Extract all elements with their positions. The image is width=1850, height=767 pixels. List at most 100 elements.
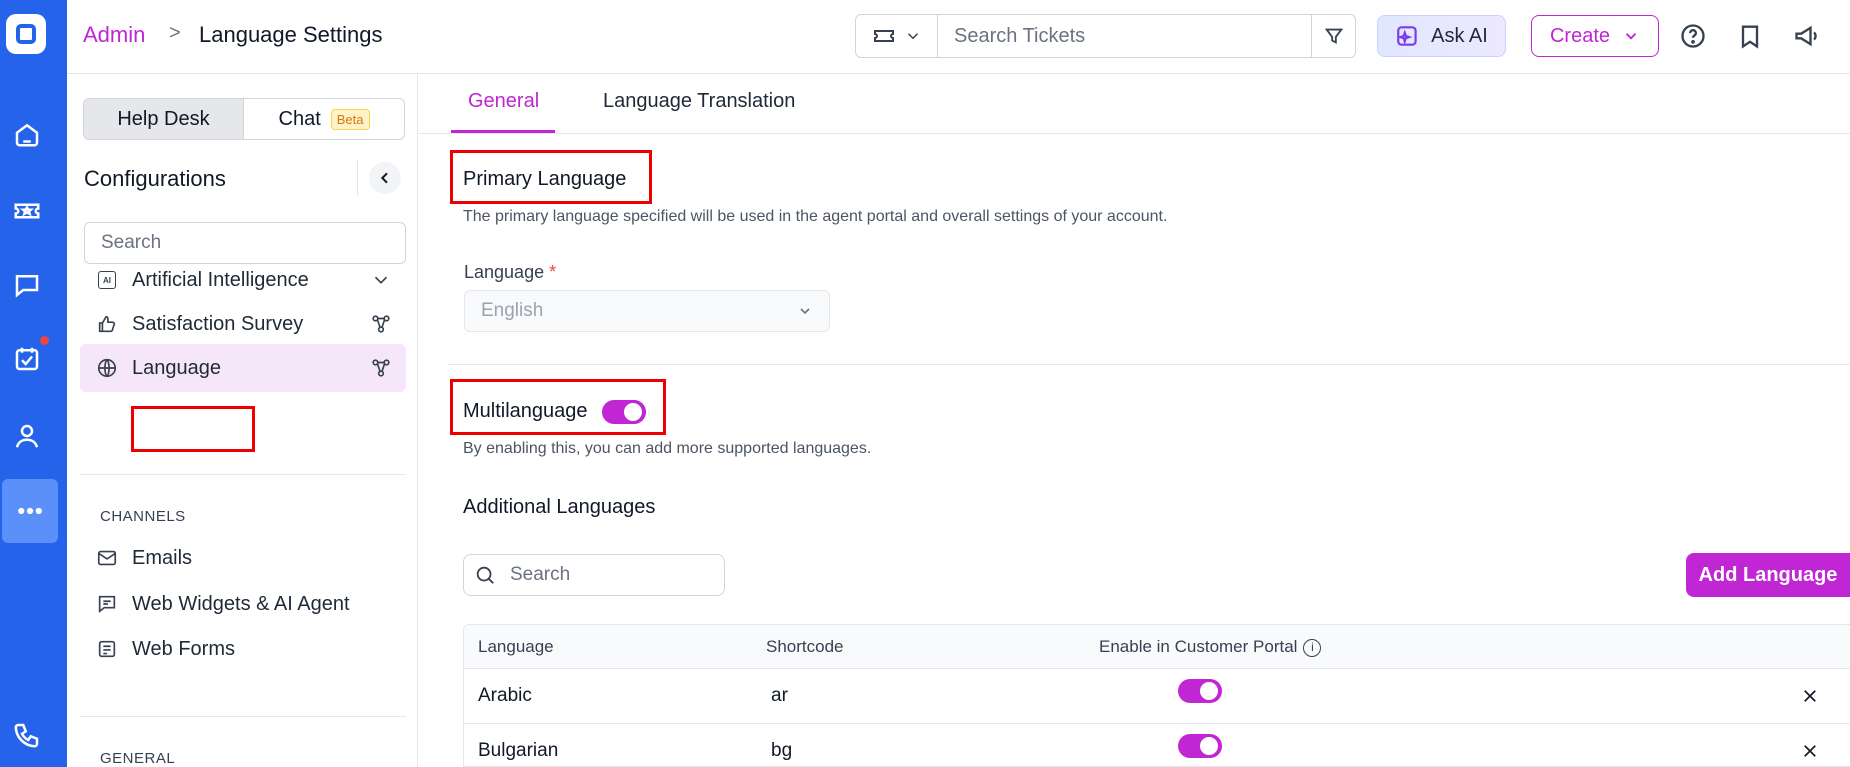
sidebar-item-label: Satisfaction Survey [132, 312, 304, 335]
chat-icon[interactable] [6, 264, 48, 306]
col-enable-portal: Enable in Customer Portal i [1099, 637, 1322, 657]
breadcrumb-admin[interactable]: Admin [83, 22, 145, 48]
sidebar-item-ai[interactable]: AI Artificial Intelligence [80, 256, 406, 304]
close-icon[interactable] [1801, 742, 1819, 760]
languages-table: Language Shortcode Enable in Customer Po… [463, 624, 1850, 767]
sidebar-item-satisfaction-survey[interactable]: Satisfaction Survey [80, 300, 406, 348]
ticket-icon[interactable] [6, 190, 48, 232]
megaphone-icon[interactable] [1793, 22, 1821, 50]
sidebar-item-web-forms[interactable]: Web Forms [80, 625, 406, 673]
ticket-search-group [855, 14, 1356, 58]
close-icon[interactable] [1801, 687, 1819, 705]
user-icon[interactable] [6, 415, 48, 457]
filter-icon[interactable] [1311, 15, 1355, 57]
portal-toggle[interactable] [1178, 734, 1222, 758]
info-icon[interactable]: i [1303, 638, 1322, 657]
config-sidebar: Help Desk Chat Beta Configurations AI Ar… [67, 74, 418, 767]
divider [357, 160, 358, 196]
sidebar-item-emails[interactable]: Emails [80, 534, 406, 582]
add-language-button[interactable]: Add Language [1686, 553, 1850, 597]
chevron-down-icon [1625, 33, 1637, 40]
language-field-label: Language * [464, 262, 557, 282]
home-icon[interactable] [6, 113, 48, 155]
globe-icon [96, 357, 118, 379]
additional-languages-title: Additional Languages [463, 496, 656, 518]
multilanguage-description: By enabling this, you can add more suppo… [463, 440, 872, 457]
multilanguage-toggle[interactable] [602, 400, 646, 424]
main-content: General Language Translation Primary Lan… [418, 74, 1850, 767]
collapse-sidebar-button[interactable] [369, 162, 401, 194]
thumbs-up-icon [96, 313, 118, 335]
sidebar-item-label: Emails [132, 546, 193, 569]
product-switch: Help Desk Chat Beta [83, 98, 405, 140]
workflow-icon [370, 313, 392, 335]
sidebar-item-web-widgets[interactable]: Web Widgets & AI Agent [80, 580, 406, 628]
segment-chat-label: Chat [278, 107, 321, 130]
sparkle-icon [1397, 26, 1417, 46]
segment-chat[interactable]: Chat Beta [244, 99, 404, 139]
create-button[interactable]: Create [1531, 15, 1659, 57]
help-icon[interactable] [1679, 22, 1707, 50]
highlight-language-item [131, 406, 255, 452]
ai-icon: AI [96, 269, 118, 291]
ticket-icon [873, 30, 894, 42]
language-search-box [463, 554, 725, 596]
primary-language-value: English [481, 300, 544, 321]
row-shortcode: bg [771, 740, 793, 761]
app-logo[interactable] [6, 14, 46, 54]
breadcrumb-separator: > [169, 22, 181, 44]
language-search-input[interactable] [510, 564, 710, 586]
table-row: Bulgarian bg [464, 724, 1850, 766]
more-icon[interactable] [2, 479, 58, 543]
sidebar-item-label: Language [132, 356, 221, 379]
mail-icon [96, 547, 118, 569]
chevron-down-icon [907, 33, 918, 40]
divider [80, 474, 406, 475]
left-rail [0, 0, 67, 767]
workflow-icon [370, 357, 392, 379]
row-language: Arabic [478, 685, 532, 706]
col-language: Language [478, 637, 554, 656]
beta-badge: Beta [330, 108, 370, 130]
sidebar-item-label: Web Forms [132, 637, 235, 660]
tab-bar: General Language Translation [418, 74, 1850, 134]
tab-general[interactable]: General [468, 90, 539, 113]
row-language: Bulgarian [478, 740, 559, 761]
form-icon [96, 638, 118, 660]
divider [448, 364, 1850, 365]
ticket-type-dropdown[interactable] [856, 15, 938, 57]
bookmark-icon[interactable] [1736, 22, 1764, 50]
sidebar-item-label: Web Widgets & AI Agent [132, 592, 350, 615]
row-shortcode: ar [771, 685, 788, 706]
ask-ai-label: Ask AI [1431, 24, 1488, 47]
col-shortcode: Shortcode [766, 637, 844, 656]
config-title: Configurations [84, 166, 226, 191]
search-icon [476, 566, 494, 584]
ticket-search-input[interactable] [938, 15, 1311, 57]
top-bar: Admin > Language Settings Ask AI Create … [67, 0, 1850, 74]
table-row: Arabic ar [464, 669, 1850, 724]
primary-language-description: The primary language specified will be u… [463, 208, 1168, 225]
primary-language-select[interactable]: English [464, 290, 830, 332]
widget-icon [96, 593, 118, 615]
create-label: Create [1549, 24, 1611, 47]
chevron-left-icon [380, 172, 388, 184]
chevron-down-icon[interactable] [370, 269, 392, 291]
table-header: Language Shortcode Enable in Customer Po… [464, 625, 1850, 669]
phone-icon[interactable] [6, 714, 48, 756]
portal-toggle[interactable] [1178, 679, 1222, 703]
divider [80, 716, 406, 717]
multilanguage-label: Multilanguage [463, 400, 588, 422]
section-general: GENERAL [100, 750, 176, 767]
tab-language-translation[interactable]: Language Translation [603, 90, 795, 113]
sidebar-item-label: Artificial Intelligence [132, 268, 309, 291]
sidebar-item-language[interactable]: Language [80, 344, 406, 392]
primary-language-title: Primary Language [463, 168, 627, 190]
segment-helpdesk[interactable]: Help Desk [84, 99, 244, 139]
ask-ai-button[interactable]: Ask AI [1377, 15, 1506, 57]
section-channels: CHANNELS [100, 508, 186, 525]
chevron-down-icon [800, 308, 810, 315]
page-title: Language Settings [199, 22, 383, 47]
active-tab-indicator [451, 130, 555, 133]
notification-dot [40, 336, 49, 345]
